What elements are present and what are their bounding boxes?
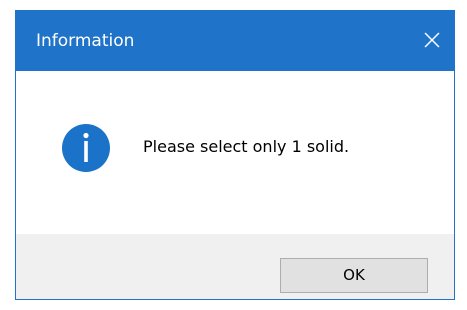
ok-button[interactable]: OK xyxy=(280,258,428,293)
button-bar: OK xyxy=(16,234,454,299)
info-icon xyxy=(62,124,110,172)
title-bar[interactable]: Information xyxy=(16,11,454,71)
window-title: Information xyxy=(36,31,135,51)
close-icon xyxy=(424,32,440,48)
information-dialog: Information Please select only 1 solid. … xyxy=(15,10,455,300)
message-text: Please select only 1 solid. xyxy=(143,137,350,156)
dialog-content: Please select only 1 solid. xyxy=(16,71,454,234)
close-button[interactable] xyxy=(408,11,454,71)
